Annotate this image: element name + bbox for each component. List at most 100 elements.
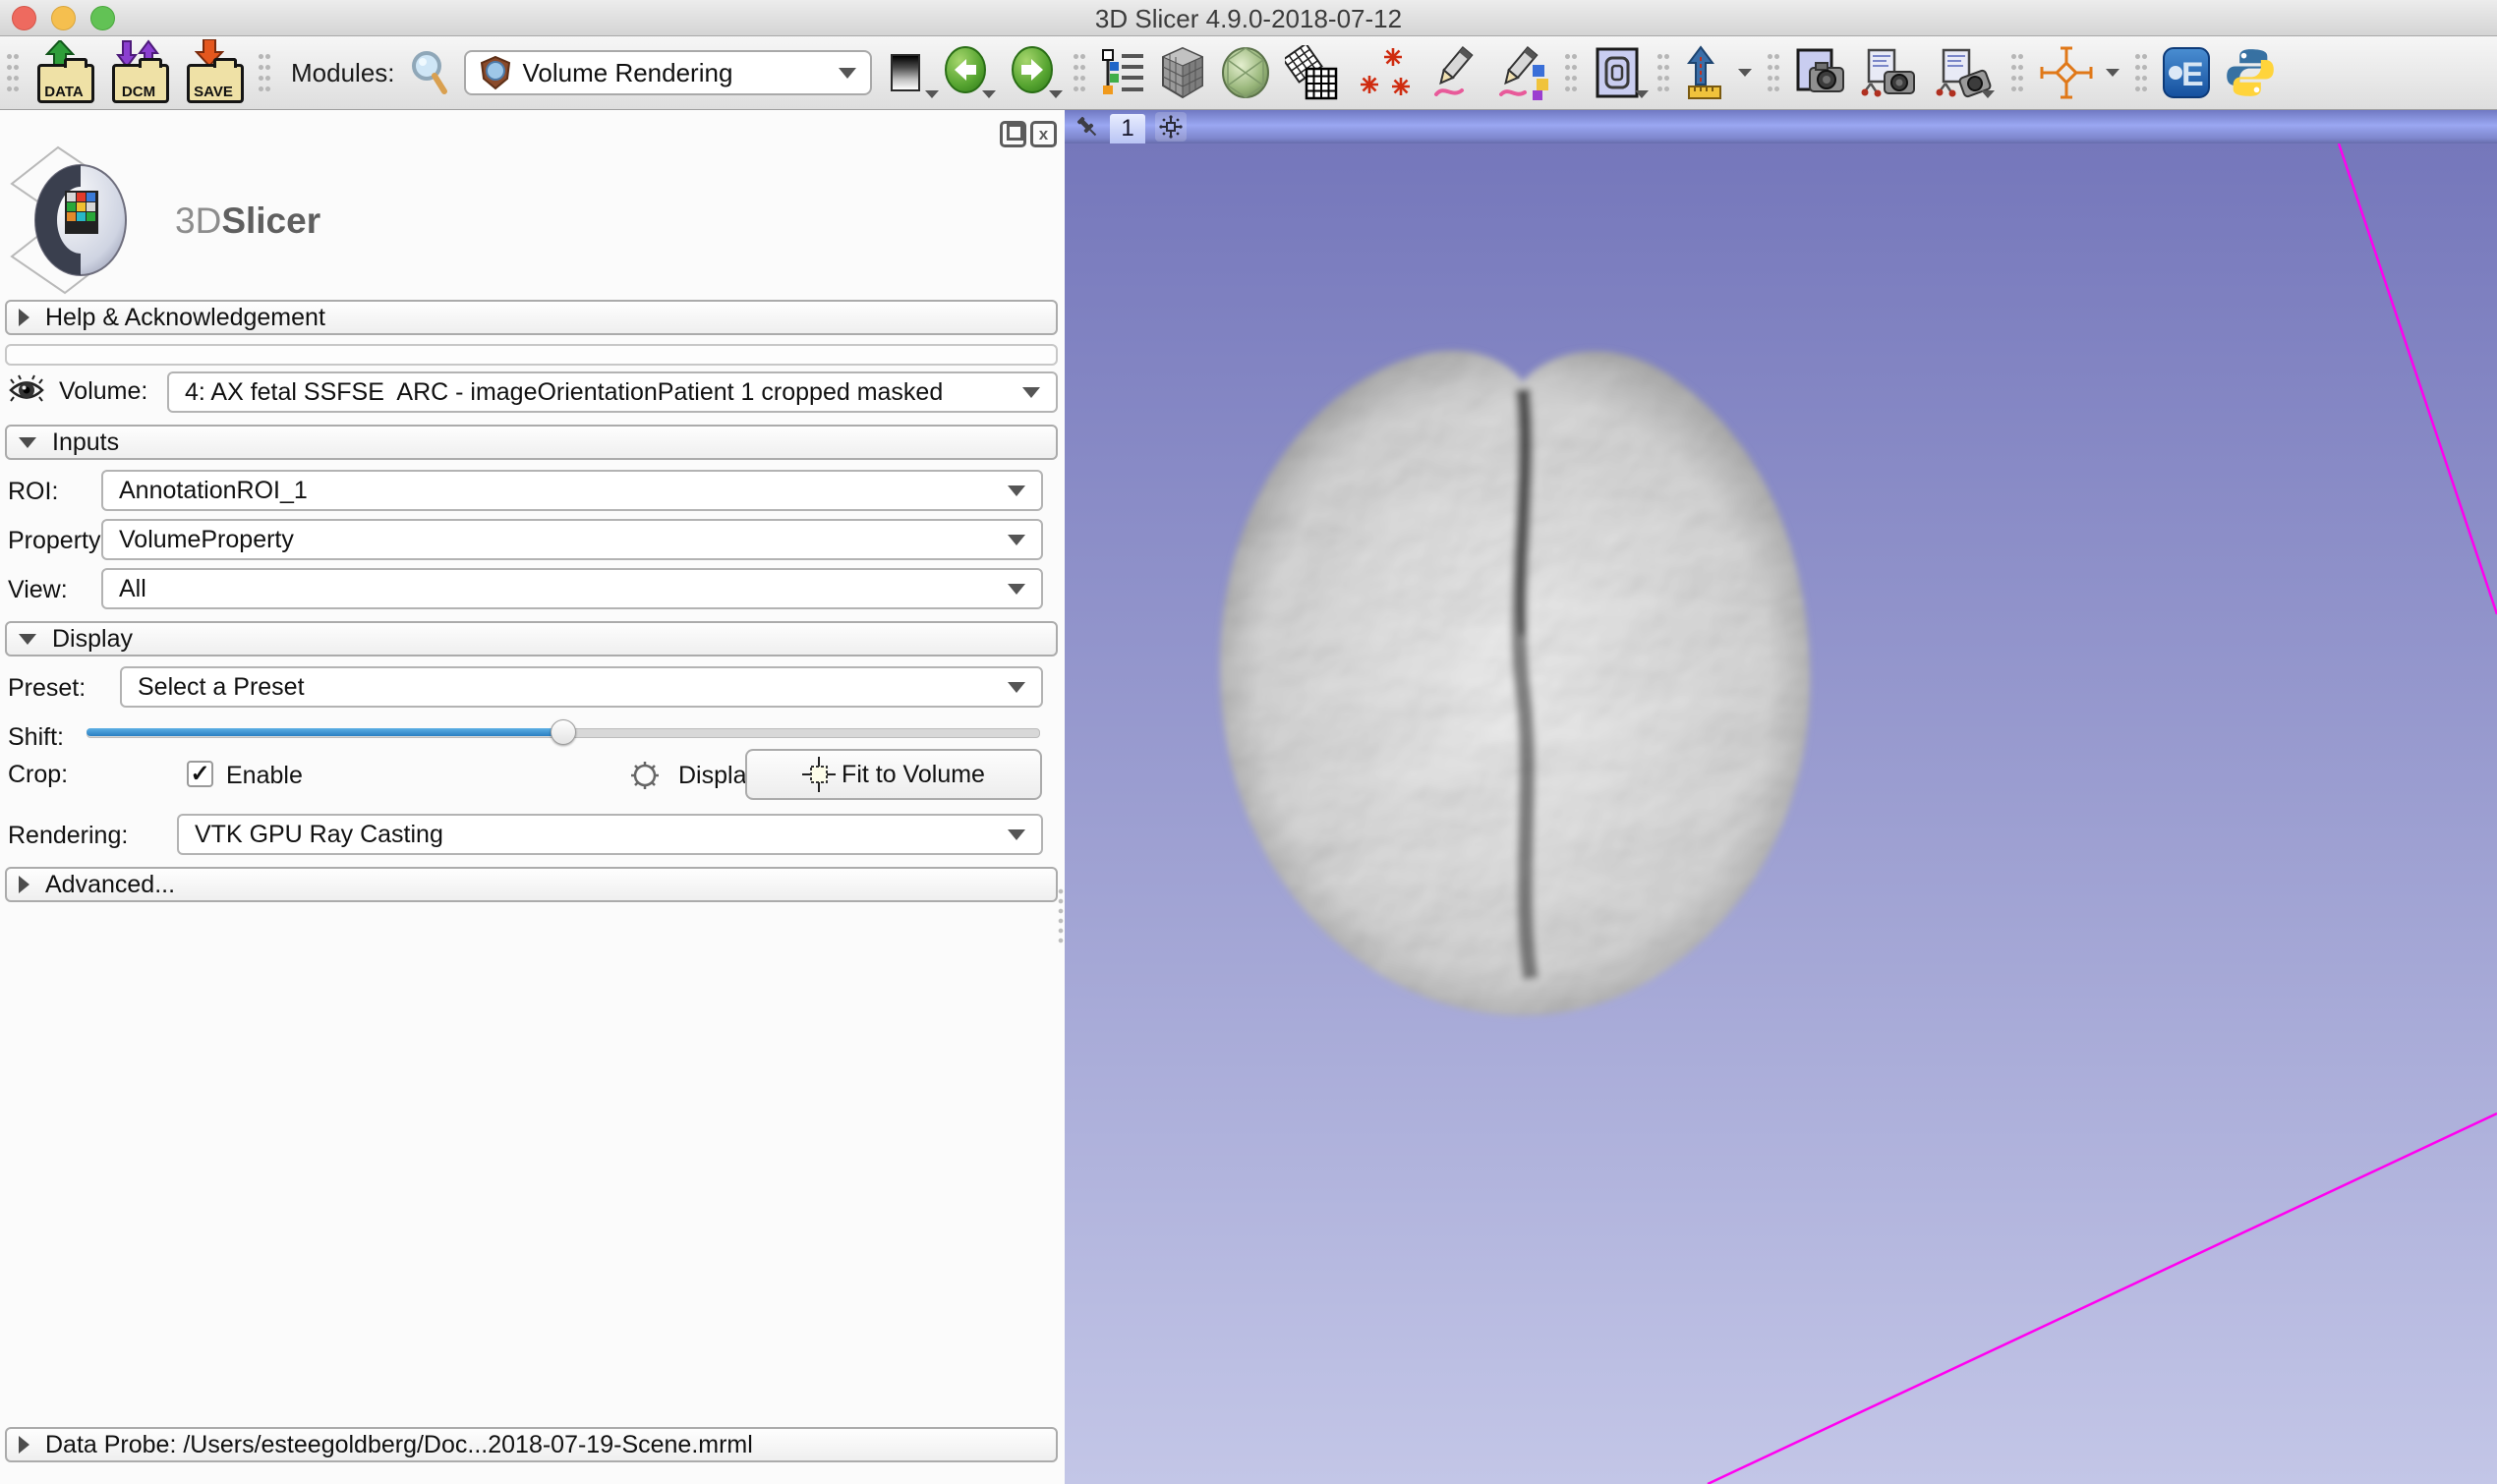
rendering-label: Rendering: xyxy=(8,822,128,850)
inputs-label: Inputs xyxy=(52,428,119,457)
scene-view-restore-button[interactable] xyxy=(1932,45,1997,100)
fit-to-volume-button[interactable]: Fit to Volume xyxy=(745,749,1042,800)
undock-panel-button[interactable] xyxy=(1000,121,1026,147)
markups-module-button[interactable] xyxy=(1354,45,1417,100)
rendering-value: VTK GPU Ray Casting xyxy=(195,821,1008,849)
center-view-button[interactable] xyxy=(1155,112,1187,142)
python-console-button[interactable] xyxy=(2225,45,2276,100)
toolbar-grip[interactable] xyxy=(258,49,271,96)
slicer-logo xyxy=(4,140,171,302)
view3d-controller-bar: 1 xyxy=(1065,110,2497,143)
chevron-down-icon xyxy=(839,68,856,79)
window-level-gradient-button[interactable] xyxy=(886,45,925,100)
extensions-icon: E xyxy=(2162,46,2211,99)
window-title: 3D Slicer 4.9.0-2018-07-12 xyxy=(0,4,2497,34)
chevron-down-icon xyxy=(1008,584,1025,595)
camera-window-icon xyxy=(1794,46,1847,99)
module-back-button[interactable] xyxy=(939,45,992,100)
annotations-module-button[interactable] xyxy=(1430,45,1481,100)
shift-slider[interactable] xyxy=(87,719,1040,745)
volumes-module-button[interactable] xyxy=(1159,45,1206,100)
load-data-button[interactable]: DATA xyxy=(33,42,94,103)
roi-combobox[interactable]: AnnotationROI_1 xyxy=(101,470,1043,511)
fit-to-volume-icon xyxy=(802,757,836,792)
module-panel: x 3DSlicer Help & Acknowledgement Volume… xyxy=(0,110,1066,1484)
toolbar-grip[interactable] xyxy=(1656,49,1670,96)
chevron-down-icon xyxy=(1738,69,1752,77)
main-toolbar: DATA DCM SAVE Modules: Volume Renderin xyxy=(0,36,2497,110)
view-tab-label: 1 xyxy=(1121,115,1133,143)
crosshair-button[interactable] xyxy=(2038,45,2120,100)
threed-view[interactable]: 1 xyxy=(1065,110,2497,1484)
view-combobox[interactable]: All xyxy=(101,568,1043,609)
module-selector[interactable]: Volume Rendering xyxy=(464,50,872,95)
checkmark-icon: ✓ xyxy=(190,760,209,788)
display-section-header[interactable]: Display xyxy=(5,621,1058,656)
chevron-down-icon xyxy=(1049,90,1063,98)
units-settings-button[interactable] xyxy=(1684,45,1753,100)
screenshot-button[interactable] xyxy=(1592,45,1643,100)
pin-icon[interactable] xyxy=(1074,114,1100,140)
collapsed-arrow-icon xyxy=(19,1436,29,1454)
toolbar-grip[interactable] xyxy=(1767,49,1780,96)
toolbar-grip[interactable] xyxy=(1073,49,1086,96)
preset-value: Select a Preset xyxy=(138,673,1008,702)
rendering-combobox[interactable]: VTK GPU Ray Casting xyxy=(177,814,1043,855)
inputs-section-header[interactable]: Inputs xyxy=(5,425,1058,460)
help-acknowledgement-section[interactable]: Help & Acknowledgement xyxy=(5,300,1058,335)
toolbar-grip[interactable] xyxy=(2134,49,2148,96)
panel-splitter-handle[interactable] xyxy=(1058,886,1064,945)
volume-label: Volume: xyxy=(59,377,147,406)
capture-view-button[interactable] xyxy=(1794,45,1847,100)
slicer-logo-text: 3DSlicer xyxy=(175,200,320,242)
toolbar-grip[interactable] xyxy=(2010,49,2024,96)
volume-value: 4: AX fetal SSFSE ARC - imageOrientation… xyxy=(185,378,1022,407)
advanced-label: Advanced... xyxy=(45,871,175,899)
module-forward-button[interactable] xyxy=(1006,45,1059,100)
annotation-properties-button[interactable] xyxy=(1495,45,1550,100)
display-roi-eye-icon[interactable] xyxy=(625,759,665,792)
macos-titlebar: 3D Slicer 4.9.0-2018-07-12 xyxy=(0,0,2497,36)
shift-slider-handle[interactable] xyxy=(551,719,576,745)
view-value: All xyxy=(119,575,1008,603)
module-history-button[interactable] xyxy=(1100,45,1145,100)
python-icon xyxy=(2225,47,2276,98)
chevron-down-icon xyxy=(1008,535,1025,545)
module-search-button[interactable] xyxy=(409,45,450,100)
property-combobox[interactable]: VolumeProperty xyxy=(101,519,1043,560)
close-panel-button[interactable]: x xyxy=(1030,121,1057,147)
transform-grid-icon xyxy=(1285,45,1340,100)
crosshair-icon xyxy=(2039,45,2094,100)
toolbar-grip[interactable] xyxy=(6,49,20,96)
transforms-module-button[interactable] xyxy=(1285,45,1340,100)
import-dicom-label: DCM xyxy=(108,84,169,100)
green-sphere-icon xyxy=(1220,46,1271,99)
pencil-colors-icon xyxy=(1495,45,1550,100)
chevron-down-icon xyxy=(1008,829,1025,840)
load-data-label: DATA xyxy=(33,84,94,100)
advanced-section-header[interactable]: Advanced... xyxy=(5,867,1058,902)
shift-label: Shift: xyxy=(8,723,64,752)
view-tab[interactable]: 1 xyxy=(1110,114,1145,143)
view3d-canvas[interactable] xyxy=(1065,143,2497,1484)
data-probe-label: Data Probe: /Users/esteegoldberg/Doc...2… xyxy=(45,1431,753,1459)
chevron-down-icon xyxy=(925,90,939,98)
toolbar-grip[interactable] xyxy=(1564,49,1578,96)
save-scene-label: SAVE xyxy=(183,84,244,100)
import-dicom-button[interactable]: DCM xyxy=(108,42,169,103)
data-probe-section[interactable]: Data Probe: /Users/esteegoldberg/Doc...2… xyxy=(5,1427,1058,1462)
screenshot-window-icon xyxy=(1595,46,1640,99)
view-label: View: xyxy=(8,576,68,604)
crop-enable-checkbox[interactable]: ✓ xyxy=(187,761,213,787)
extensions-manager-button[interactable]: E xyxy=(2162,45,2211,100)
roi-value: AnnotationROI_1 xyxy=(119,477,1008,505)
models-module-button[interactable] xyxy=(1220,45,1271,100)
chevron-down-icon xyxy=(1008,485,1025,496)
module-hierarchy-icon xyxy=(1100,48,1145,97)
volume-combobox[interactable]: 4: AX fetal SSFSE ARC - imageOrientation… xyxy=(167,371,1058,413)
crop-label: Crop: xyxy=(8,761,68,789)
scene-view-save-button[interactable] xyxy=(1861,45,1918,100)
preset-combobox[interactable]: Select a Preset xyxy=(120,666,1043,708)
voxel-cube-icon xyxy=(1159,46,1206,99)
save-scene-button[interactable]: SAVE xyxy=(183,42,244,103)
